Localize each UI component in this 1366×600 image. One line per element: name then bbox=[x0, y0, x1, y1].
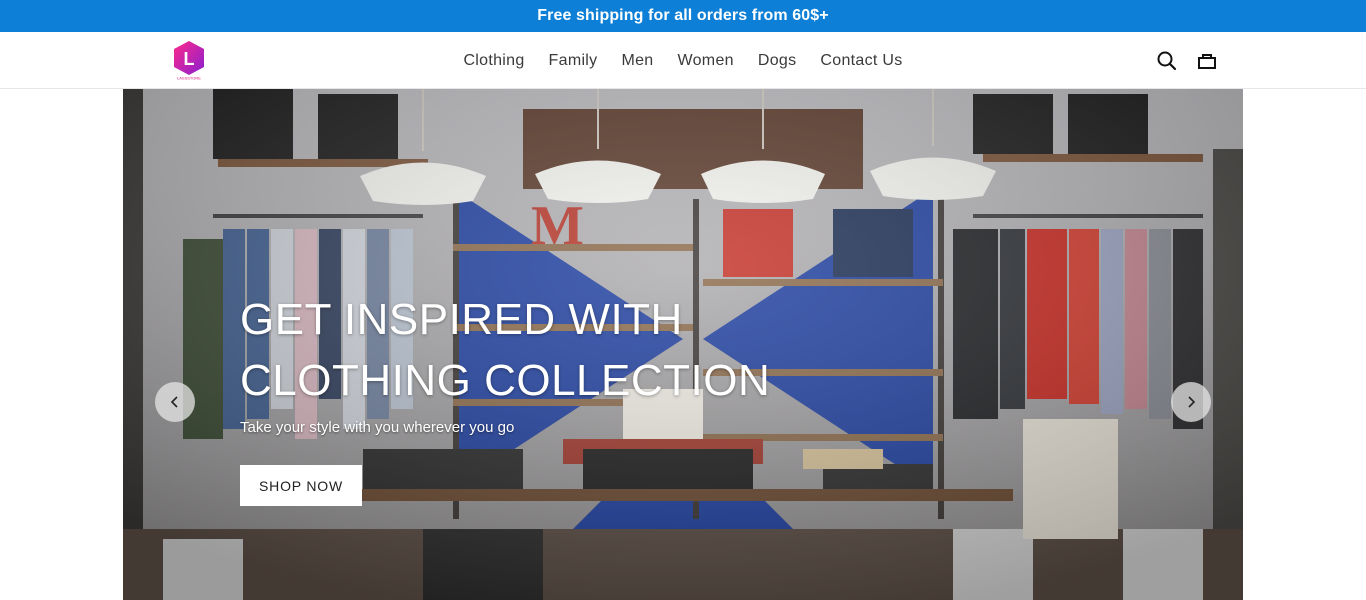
nav-dogs[interactable]: Dogs bbox=[758, 52, 797, 70]
nav-family[interactable]: Family bbox=[549, 52, 598, 70]
nav-clothing[interactable]: Clothing bbox=[463, 52, 524, 70]
nav-men[interactable]: Men bbox=[621, 52, 653, 70]
chevron-left-icon bbox=[170, 396, 178, 408]
hero-title: GET INSPIRED WITH CLOTHING COLLECTION bbox=[240, 289, 800, 411]
search-icon[interactable] bbox=[1156, 50, 1178, 72]
slider-prev-button[interactable] bbox=[155, 382, 195, 422]
hero-title-line-2: CLOTHING COLLECTION bbox=[240, 356, 771, 405]
announcement-text: Free shipping for all orders from 60$+ bbox=[537, 7, 829, 24]
slider-next-button[interactable] bbox=[1171, 382, 1211, 422]
announcement-bar: Free shipping for all orders from 60$+ bbox=[0, 0, 1366, 32]
shop-now-button[interactable]: SHOP NOW bbox=[240, 465, 362, 506]
nav-contact-us[interactable]: Contact Us bbox=[820, 52, 902, 70]
hero-subtitle: Take your style with you wherever you go bbox=[240, 419, 515, 436]
hero-title-line-1: GET INSPIRED WITH bbox=[240, 295, 683, 344]
cart-icon[interactable] bbox=[1196, 50, 1218, 72]
hero-slider: M GET INSPIRED WITH CLOTHING COLLECTION bbox=[123, 89, 1243, 600]
nav-women[interactable]: Women bbox=[678, 52, 734, 70]
chevron-right-icon bbox=[1188, 396, 1196, 408]
site-header: L LASSSTORE Clothing Family Men Women Do… bbox=[0, 32, 1366, 89]
